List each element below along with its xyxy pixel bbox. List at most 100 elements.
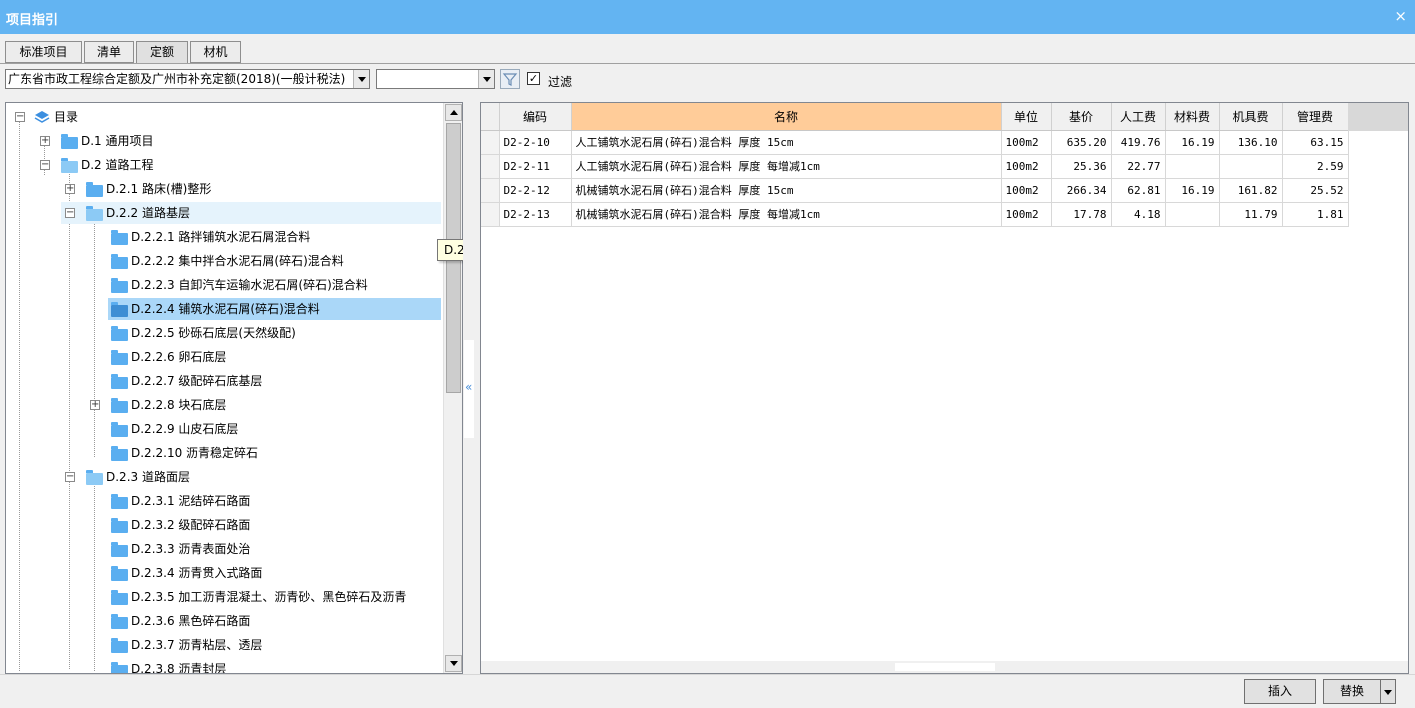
cell-name[interactable]: 机械铺筑水泥石屑(碎石)混合料 厚度 每增减1cm [571,202,1002,227]
collapse-icon[interactable]: − [65,472,75,482]
tree-node[interactable]: D.2.2.7 级配碎石底基层 [86,370,426,392]
table-row[interactable]: D2-2-13 机械铺筑水泥石屑(碎石)混合料 厚度 每增减1cm 100m2 … [481,202,1349,227]
splitter-grip-icon[interactable] [895,663,995,671]
cell-code[interactable]: D2-2-13 [499,202,572,227]
tree-node[interactable]: + D.2.1 路床(槽)整形 [61,178,361,200]
tree-node[interactable]: D.2.3.7 沥青粘层、透层 [86,634,426,656]
column-header-unit[interactable]: 单位 [1001,103,1052,131]
tree-node[interactable]: − D.2.3 道路面层 [61,466,421,488]
tree-node[interactable]: D.2.2.10 沥青稳定碎石 [86,442,426,464]
tree-node[interactable]: D.2.3.5 加工沥青混凝土、沥青砂、黑色碎石及沥青 [86,586,426,608]
cell-name[interactable]: 人工铺筑水泥石屑(碎石)混合料 厚度 每增减1cm [571,154,1002,179]
insert-button[interactable]: 插入 [1244,679,1316,704]
cell-machinery[interactable]: 11.79 [1219,202,1283,227]
tree-node[interactable]: D.2.3.3 沥青表面处治 [86,538,426,560]
cell-management[interactable]: 1.81 [1282,202,1349,227]
column-header-material[interactable]: 材料费 [1165,103,1220,131]
tree-node-selected[interactable]: D.2.2.4 铺筑水泥石屑(碎石)混合料 [108,298,441,320]
tree-node[interactable]: D.2.3.4 沥青贯入式路面 [86,562,426,584]
tab-bill[interactable]: 清单 [84,41,134,63]
tree-node[interactable]: − D.2 道路工程 [36,154,336,176]
cell-material[interactable] [1165,202,1220,227]
cell-base-price[interactable]: 17.78 [1051,202,1112,227]
filter-checkbox[interactable]: ✓ [527,72,540,85]
cell-management[interactable]: 2.59 [1282,154,1349,179]
column-header-management[interactable]: 管理费 [1282,103,1349,131]
scroll-up-button[interactable] [445,104,462,121]
expand-icon[interactable]: + [65,184,75,194]
cell-unit[interactable]: 100m2 [1001,130,1052,155]
collapse-left-icon[interactable]: « [465,380,472,394]
tab-materials[interactable]: 材机 [190,41,241,63]
column-header-machinery[interactable]: 机具费 [1219,103,1283,131]
column-header-base-price[interactable]: 基价 [1051,103,1112,131]
cell-unit[interactable]: 100m2 [1001,202,1052,227]
tree-node[interactable]: − D.2.2 道路基层 [61,202,441,224]
tree-node[interactable]: D.2.3.8 沥青封层 [86,658,426,673]
row-indicator[interactable] [481,178,500,203]
cell-labor[interactable]: 419.76 [1111,130,1166,155]
cell-code[interactable]: D2-2-11 [499,154,572,179]
cell-base-price[interactable]: 25.36 [1051,154,1112,179]
replace-button[interactable]: 替换 [1323,679,1381,704]
expand-icon[interactable]: + [90,400,100,410]
tree-node[interactable]: D.2.3.1 泥结碎石路面 [86,490,426,512]
cell-machinery[interactable]: 136.10 [1219,130,1283,155]
cell-unit[interactable]: 100m2 [1001,178,1052,203]
cell-name[interactable]: 机械铺筑水泥石屑(碎石)混合料 厚度 15cm [571,178,1002,203]
expand-icon[interactable]: + [40,136,50,146]
collapse-icon[interactable]: − [40,160,50,170]
replace-dropdown-button[interactable] [1380,679,1396,704]
tree-node[interactable]: D.2.2.1 路拌铺筑水泥石屑混合料 [86,226,426,248]
chevron-down-icon[interactable] [353,70,369,88]
cell-labor[interactable]: 22.77 [1111,154,1166,179]
scroll-down-button[interactable] [445,655,462,672]
table-row[interactable]: D2-2-11 人工铺筑水泥石屑(碎石)混合料 厚度 每增减1cm 100m2 … [481,154,1349,179]
cell-code[interactable]: D2-2-10 [499,130,572,155]
tab-standard-items[interactable]: 标准项目 [5,41,82,63]
cell-base-price[interactable]: 635.20 [1051,130,1112,155]
table-row[interactable]: D2-2-12 机械铺筑水泥石屑(碎石)混合料 厚度 15cm 100m2 26… [481,178,1349,203]
cell-unit[interactable]: 100m2 [1001,154,1052,179]
grid-horizontal-splitter[interactable] [481,661,1408,673]
cell-labor[interactable]: 4.18 [1111,202,1166,227]
row-indicator[interactable] [481,130,500,155]
cell-code[interactable]: D2-2-12 [499,178,572,203]
column-header-labor[interactable]: 人工费 [1111,103,1166,131]
cell-name[interactable]: 人工铺筑水泥石屑(碎石)混合料 厚度 15cm [571,130,1002,155]
chevron-down-icon[interactable] [478,70,494,88]
filter-button[interactable] [500,69,520,89]
cell-material[interactable]: 16.19 [1165,130,1220,155]
tree-node[interactable]: D.2.2.9 山皮石底层 [86,418,426,440]
cell-machinery[interactable] [1219,154,1283,179]
cell-base-price[interactable]: 266.34 [1051,178,1112,203]
row-indicator[interactable] [481,202,500,227]
quota-library-select[interactable]: 广东省市政工程综合定额及广州市补充定额(2018)(一般计税法) [5,69,370,89]
cell-machinery[interactable]: 161.82 [1219,178,1283,203]
tree-root[interactable]: − 目录 [14,106,314,128]
cell-management[interactable]: 63.15 [1282,130,1349,155]
cell-management[interactable]: 25.52 [1282,178,1349,203]
row-indicator[interactable] [481,154,500,179]
collapse-icon[interactable]: − [65,208,75,218]
tree-node[interactable]: D.2.2.5 砂砾石底层(天然级配) [86,322,426,344]
tree-node[interactable]: D.2.3.2 级配碎石路面 [86,514,426,536]
pane-splitter[interactable]: « [463,102,480,674]
tab-quota[interactable]: 定额 [136,41,188,64]
column-header-code[interactable]: 编码 [499,103,572,131]
tree-node[interactable]: D.2.3.6 黑色碎石路面 [86,610,426,632]
table-row[interactable]: D2-2-10 人工铺筑水泥石屑(碎石)混合料 厚度 15cm 100m2 63… [481,130,1349,155]
collapse-icon[interactable]: − [15,112,25,122]
tree-scrollbar[interactable] [443,103,462,673]
cell-material[interactable] [1165,154,1220,179]
tree-node[interactable]: + D.2.2.8 块石底层 [86,394,426,416]
close-icon[interactable]: × [1394,8,1407,24]
tree-node[interactable]: + D.1 通用项目 [36,130,336,152]
column-header-name[interactable]: 名称 [571,103,1002,131]
secondary-select[interactable] [376,69,495,89]
cell-material[interactable]: 16.19 [1165,178,1220,203]
tree-node[interactable]: D.2.2.3 自卸汽车运输水泥石屑(碎石)混合料 [86,274,426,296]
tree-node[interactable]: D.2.2.2 集中拌合水泥石屑(碎石)混合料 [86,250,426,272]
tree-node[interactable]: D.2.2.6 卵石底层 [86,346,426,368]
cell-labor[interactable]: 62.81 [1111,178,1166,203]
